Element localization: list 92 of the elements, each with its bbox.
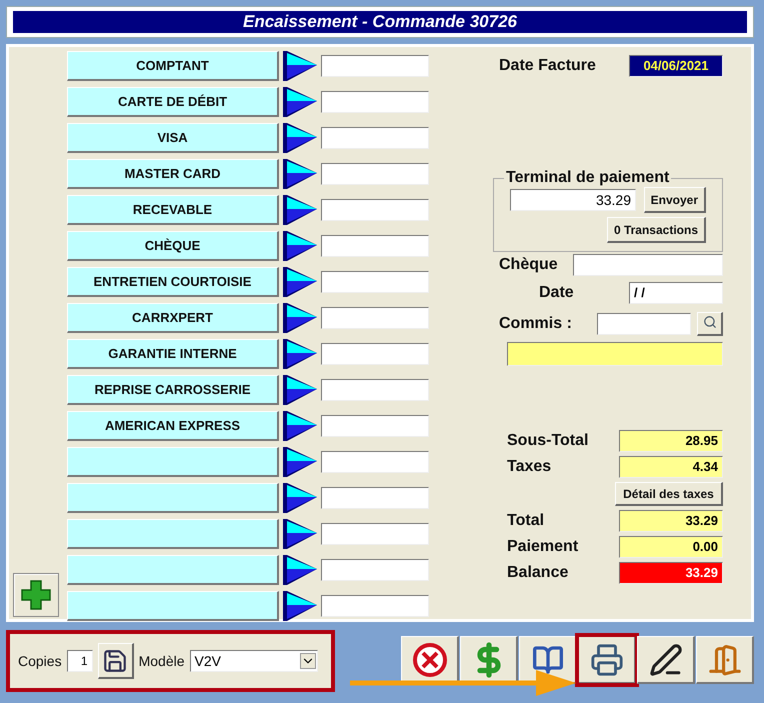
total-label: Total [507, 512, 544, 530]
cheque-label: Chèque [499, 256, 558, 274]
amount-field[interactable] [321, 559, 429, 581]
empty-payment-button[interactable] [67, 447, 279, 477]
arrow-icon [283, 195, 319, 225]
save-button[interactable] [98, 643, 134, 679]
window-title: Encaissement - Commande 30726 [13, 11, 747, 33]
door-icon [708, 642, 742, 676]
total-value: 0.00 [619, 536, 723, 558]
arrow-icon [283, 375, 319, 405]
amount-field[interactable] [321, 595, 429, 617]
total-label: Sous-Total [507, 432, 588, 450]
arrow-icon [283, 339, 319, 369]
payment-method-button[interactable]: VISA [67, 123, 279, 153]
amount-field[interactable] [321, 235, 429, 257]
terminal-title: Terminal de paiement [505, 169, 670, 187]
arrow-icon [283, 303, 319, 333]
payment-method-button[interactable]: AMERICAN EXPRESS [67, 411, 279, 441]
arrow-icon [283, 123, 319, 153]
arrow-icon [283, 483, 319, 513]
total-label: Balance [507, 564, 568, 582]
arrow-icon [283, 555, 319, 585]
arrow-icon [283, 519, 319, 549]
payment-method-button[interactable]: REPRISE CARROSSERIE [67, 375, 279, 405]
payment-method-button[interactable]: RECEVABLE [67, 195, 279, 225]
total-label: Taxes [507, 458, 552, 476]
print-button[interactable] [578, 636, 636, 684]
arrow-icon [283, 51, 319, 81]
search-button[interactable] [697, 312, 723, 336]
payment-method-button[interactable]: ENTRETIEN COURTOISIE [67, 267, 279, 297]
total-value: 33.29 [619, 510, 723, 532]
amount-field[interactable] [321, 127, 429, 149]
model-label: Modèle [138, 653, 185, 669]
payment-method-button[interactable]: CARTE DE DÉBIT [67, 87, 279, 117]
amount-field[interactable] [321, 55, 429, 77]
commis-name-field[interactable] [507, 342, 723, 366]
plus-icon [21, 580, 51, 610]
book-icon [532, 644, 564, 676]
model-dropdown[interactable]: V2V [190, 650, 318, 672]
date-facture-label: Date Facture [499, 57, 596, 75]
dropdown-caret-icon [300, 653, 316, 669]
payment-method-button[interactable]: GARANTIE INTERNE [67, 339, 279, 369]
sign-button[interactable] [637, 636, 695, 684]
amount-field[interactable] [321, 379, 429, 401]
arrow-icon [283, 447, 319, 477]
amount-field[interactable] [321, 271, 429, 293]
commis-field[interactable] [597, 313, 691, 335]
arrow-icon [283, 159, 319, 189]
arrow-icon [283, 591, 319, 621]
search-icon [702, 315, 716, 329]
invoice-date-field[interactable]: 04/06/2021 [629, 55, 723, 77]
arrow-icon [283, 87, 319, 117]
terminal-amount-field[interactable]: 33.29 [510, 189, 636, 211]
total-value: 33.29 [619, 562, 723, 584]
amount-field[interactable] [321, 163, 429, 185]
date-label: Date [539, 284, 574, 302]
amount-field[interactable] [321, 523, 429, 545]
arrow-icon [283, 267, 319, 297]
amount-field[interactable] [321, 487, 429, 509]
amount-field[interactable] [321, 91, 429, 113]
copies-label: Copies [18, 653, 62, 669]
empty-payment-button[interactable] [67, 555, 279, 585]
empty-payment-button[interactable] [67, 483, 279, 513]
copies-field[interactable]: 1 [66, 650, 93, 672]
send-button[interactable]: Envoyer [644, 187, 706, 213]
cheque-field[interactable] [573, 254, 723, 276]
payment-method-button[interactable]: MASTER CARD [67, 159, 279, 189]
pen-icon [648, 642, 682, 676]
add-button[interactable] [13, 573, 59, 617]
floppy-icon [102, 648, 128, 674]
tax-detail-button[interactable]: Détail des taxes [615, 482, 723, 506]
payment-method-button[interactable]: COMPTANT [67, 51, 279, 81]
payment-method-button[interactable]: CARRXPERT [67, 303, 279, 333]
amount-field[interactable] [321, 343, 429, 365]
exit-button[interactable] [696, 636, 754, 684]
empty-payment-button[interactable] [67, 519, 279, 549]
printer-icon [590, 642, 624, 676]
date-field[interactable]: / / [629, 282, 723, 304]
payment-method-button[interactable]: CHÈQUE [67, 231, 279, 261]
empty-payment-button[interactable] [67, 591, 279, 621]
arrow-icon [283, 411, 319, 441]
total-value: 28.95 [619, 430, 723, 452]
total-value: 4.34 [619, 456, 723, 478]
commis-label: Commis : [499, 315, 572, 333]
amount-field[interactable] [321, 307, 429, 329]
total-label: Paiement [507, 538, 578, 556]
transactions-button[interactable]: 0 Transactions [606, 217, 706, 243]
amount-field[interactable] [321, 415, 429, 437]
amount-field[interactable] [321, 451, 429, 473]
cancel-icon [412, 642, 446, 676]
arrow-icon [283, 231, 319, 261]
amount-field[interactable] [321, 199, 429, 221]
